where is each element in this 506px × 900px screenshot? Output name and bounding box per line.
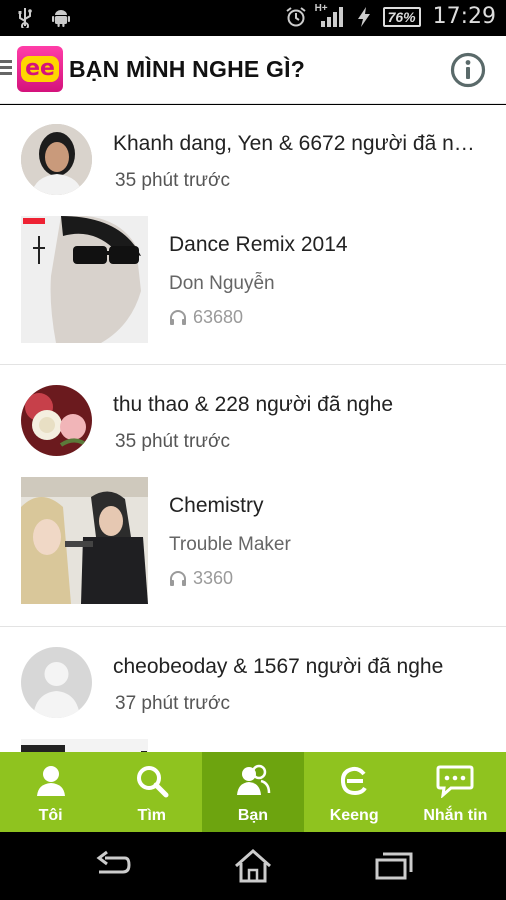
play-count-value: 63680 <box>193 307 244 327</box>
tab-label: Nhắn tin <box>423 807 488 824</box>
alarm-icon <box>285 6 306 26</box>
battery-indicator: 76% <box>382 6 421 27</box>
play-count-value: 3360 <box>193 568 234 588</box>
feed-card[interactable]: thu thao & 228 người đã nghe 35 phút trư… <box>0 365 506 626</box>
tab-label: Bạn <box>237 807 269 824</box>
song-title[interactable]: Dance Remix 2014 <box>169 233 348 257</box>
avatar[interactable] <box>21 647 92 718</box>
listeners-text[interactable]: Khanh dang, Yen & 6672 người đã nghe <box>113 132 485 156</box>
charging-icon <box>357 6 370 27</box>
user-icon <box>36 766 65 796</box>
artist-name[interactable]: Don Nguyễn <box>169 273 275 295</box>
activity-feed[interactable]: Khanh dang, Yen & 6672 người đã nghe 35 … <box>0 105 506 752</box>
avatar[interactable] <box>21 124 92 195</box>
friends-icon <box>236 764 271 795</box>
chat-icon <box>436 765 474 798</box>
keeng-icon <box>341 766 367 796</box>
time-ago: 37 phút trước <box>115 693 230 714</box>
info-icon[interactable] <box>450 52 486 88</box>
listeners-text[interactable]: cheobeoday & 1567 người đã nghe <box>113 655 485 679</box>
tab-keeng[interactable]: Keeng <box>304 752 405 832</box>
album-cover[interactable] <box>21 477 148 604</box>
signal-icon: H+ <box>315 3 345 29</box>
app-bar: ee BẠN MÌNH NGHE GÌ? <box>0 36 506 104</box>
play-count: 63680 <box>169 307 243 328</box>
album-cover[interactable] <box>21 739 148 752</box>
listeners-text[interactable]: thu thao & 228 người đã nghe <box>113 393 485 417</box>
usb-icon <box>18 8 32 28</box>
menu-icon[interactable] <box>0 60 12 78</box>
home-icon[interactable] <box>233 848 273 884</box>
tab-label: Keeng <box>329 807 379 824</box>
feed-card[interactable]: Khanh dang, Yen & 6672 người đã nghe 35 … <box>0 105 506 364</box>
headphones-icon <box>170 309 186 325</box>
logo-text: ee <box>21 56 59 82</box>
play-count: 3360 <box>169 568 233 589</box>
album-cover[interactable] <box>21 216 148 343</box>
time-ago: 35 phút trước <box>115 170 230 191</box>
battery-level: 76% <box>387 8 416 25</box>
system-navigation-bar <box>0 832 506 900</box>
artist-name[interactable]: Trouble Maker <box>169 534 291 556</box>
song-title[interactable]: Chemistry <box>169 494 264 518</box>
tab-nhan-tin[interactable]: Nhắn tin <box>405 752 506 832</box>
app-logo[interactable]: ee <box>17 46 63 92</box>
android-icon <box>52 10 70 27</box>
back-icon[interactable] <box>93 848 133 884</box>
search-icon <box>136 766 169 798</box>
status-bar: H+ 76% 17:29 <box>0 0 506 36</box>
bottom-tab-bar: Tôi Tìm Bạn Keeng Nhắn tin <box>0 752 506 832</box>
tab-toi[interactable]: Tôi <box>0 752 101 832</box>
recent-apps-icon[interactable] <box>374 848 414 884</box>
clock: 17:29 <box>432 4 496 29</box>
page-title: BẠN MÌNH NGHE GÌ? <box>69 56 305 82</box>
tab-label: Tôi <box>38 807 63 824</box>
avatar[interactable] <box>21 385 92 456</box>
headphones-icon <box>170 570 186 586</box>
feed-card[interactable]: cheobeoday & 1567 người đã nghe 37 phút … <box>0 627 506 752</box>
tab-ban[interactable]: Bạn <box>202 752 304 832</box>
tab-tim[interactable]: Tìm <box>101 752 202 832</box>
time-ago: 35 phút trước <box>115 431 230 452</box>
tab-label: Tìm <box>137 807 166 824</box>
